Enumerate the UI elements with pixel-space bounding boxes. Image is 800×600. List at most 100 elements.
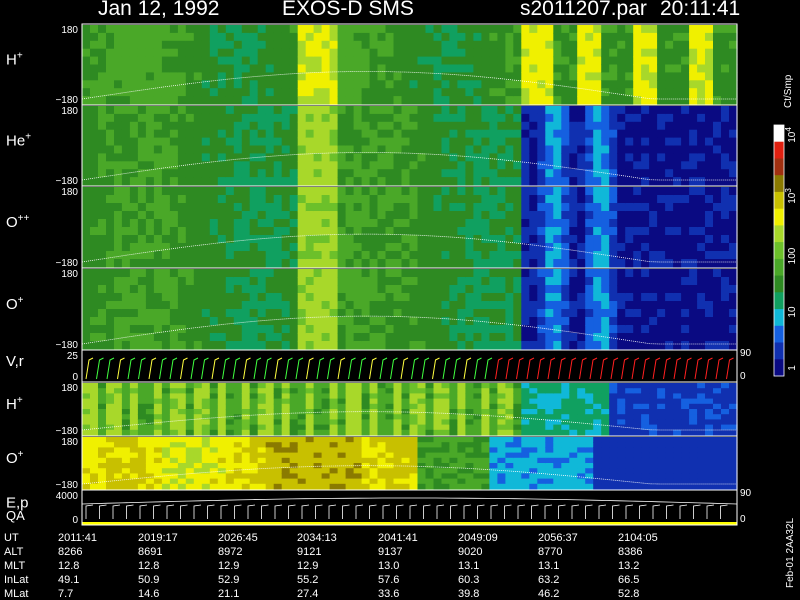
spectrogram-cell	[553, 383, 562, 389]
spectrogram-cell	[153, 309, 163, 318]
spectrogram-cell	[441, 219, 451, 228]
spectrogram-cell	[114, 452, 123, 459]
spectrogram-cell	[393, 419, 403, 426]
spectrogram-cell	[585, 409, 594, 415]
spectrogram-cell	[641, 40, 650, 50]
spectrogram-cell	[457, 309, 466, 318]
spectrogram-cell	[585, 398, 594, 405]
spectrogram-cell	[145, 398, 155, 405]
spectrogram-cell	[193, 429, 203, 436]
spectrogram-cell	[585, 419, 594, 426]
spectrogram-cell	[409, 40, 419, 50]
spectrogram-cell	[497, 473, 506, 480]
spectrogram-cell	[297, 88, 307, 97]
spectrogram-cell	[545, 64, 554, 73]
spectrogram-cell	[601, 383, 610, 389]
spectrogram-cell	[305, 398, 315, 405]
spectrogram-cell	[145, 96, 155, 105]
spectrogram-cell	[90, 106, 99, 115]
spectrogram-cell	[617, 447, 626, 454]
spectrogram-cell	[329, 301, 339, 310]
spectrogram-cell	[161, 285, 171, 294]
spectrogram-cell	[353, 317, 363, 326]
spectrogram-cell	[417, 468, 427, 474]
spectrogram-cell	[521, 293, 530, 302]
spectrogram-cell	[106, 403, 115, 410]
spectrogram-cell	[217, 56, 227, 66]
spectrogram-cell	[561, 72, 570, 81]
spectrogram-cell	[369, 203, 379, 212]
spectrogram-cell	[553, 478, 562, 485]
spectrogram-cell	[673, 333, 682, 342]
spectrogram-cell	[401, 388, 411, 394]
spectrogram-cell	[257, 333, 267, 342]
spectrogram-cell	[705, 285, 714, 294]
spectrogram-cell	[185, 473, 195, 480]
spectrogram-cell	[313, 187, 323, 196]
spectrogram-cell	[281, 195, 291, 204]
spectrogram-cell	[121, 25, 131, 34]
spectrogram-cell	[209, 447, 219, 454]
spectrogram-cell	[489, 301, 498, 310]
spectrogram-cell	[201, 398, 211, 405]
spectrogram-cell	[417, 177, 427, 186]
spectrogram-cell	[425, 341, 435, 350]
spectrogram-cell	[82, 383, 91, 389]
spectrogram-cell	[705, 301, 714, 310]
spectrogram-cell	[337, 403, 347, 410]
spectrogram-cell	[601, 309, 610, 318]
spectrogram-cell	[545, 251, 554, 260]
spectrogram-cell	[393, 203, 403, 212]
spectrogram-cell	[425, 333, 435, 342]
spectrogram-cell	[385, 106, 395, 115]
spectrogram-cell	[425, 25, 435, 34]
spectrogram-cell	[729, 235, 738, 244]
spectrogram-cell	[409, 64, 419, 73]
spectrogram-cell	[361, 301, 371, 310]
spectrogram-cell	[249, 243, 259, 252]
spectrogram-cell	[457, 48, 466, 58]
spectrogram-cell	[665, 259, 674, 268]
spectrogram-cell	[417, 414, 427, 420]
spectrogram-cell	[649, 419, 658, 426]
spectrogram-cell	[401, 269, 411, 278]
spectrogram-cell	[369, 452, 379, 459]
spectrogram-cell	[617, 317, 626, 326]
spectrogram-cell	[177, 177, 187, 186]
spectrogram-cell	[473, 145, 482, 154]
spectrogram-cell	[169, 457, 179, 464]
spectrogram-cell	[489, 145, 498, 154]
spectrogram-cell	[313, 424, 323, 431]
spectrogram-cell	[145, 219, 155, 228]
spectrogram-cell	[569, 269, 578, 278]
spectrogram-cell	[82, 88, 91, 97]
spectrogram-cell	[521, 333, 530, 342]
spectrogram-cell	[281, 80, 291, 89]
spectrogram-cell	[593, 177, 602, 186]
spectrogram-cell	[257, 161, 267, 170]
spectrogram-cell	[281, 56, 291, 66]
spectrogram-cell	[657, 243, 666, 252]
spectrogram-cell	[209, 153, 219, 162]
spectrogram-cell	[337, 56, 347, 66]
spectrogram-cell	[361, 277, 371, 286]
spectrogram-cell	[281, 478, 291, 485]
spectrogram-cell	[729, 301, 738, 310]
spectrogram-cell	[385, 388, 395, 394]
spectrogram-cell	[481, 195, 490, 204]
spectrogram-cell	[233, 113, 243, 123]
spectrogram-cell	[705, 383, 714, 389]
spectrogram-cell	[377, 113, 387, 123]
spectrogram-cell	[217, 478, 227, 485]
spectrogram-cell	[257, 80, 267, 89]
spectrogram-cell	[577, 269, 586, 278]
spectrogram-cell	[185, 388, 195, 394]
spectrogram-cell	[121, 235, 131, 244]
spectrogram-cell	[625, 25, 634, 34]
spectrogram-cell	[457, 473, 466, 480]
spectrogram-cell	[553, 429, 562, 436]
spectrogram-cell	[665, 393, 674, 400]
spectrogram-cell	[481, 227, 490, 236]
spectrogram-cell	[153, 463, 163, 469]
spectrogram-cell	[489, 317, 498, 326]
